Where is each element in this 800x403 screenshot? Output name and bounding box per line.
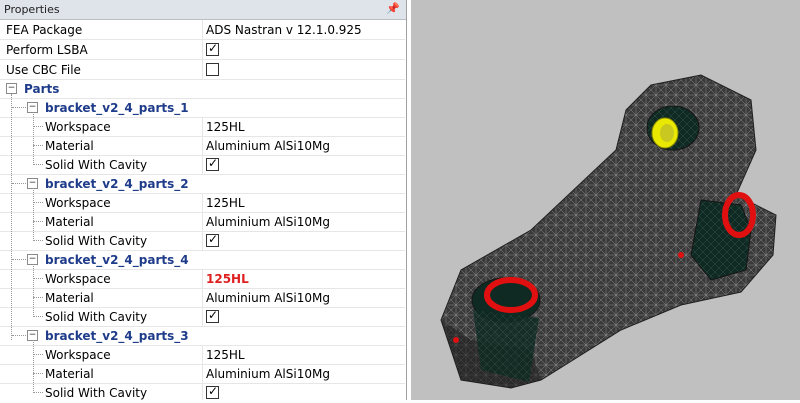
panel-title: Properties (4, 3, 60, 16)
workspace-value[interactable]: 125HL (206, 120, 245, 134)
workspace-value[interactable]: 125HL (206, 348, 245, 362)
workspace-value[interactable]: 125HL (206, 272, 249, 286)
part-workspace-row[interactable]: Workspace 125HL (0, 269, 405, 289)
prop-label: Workspace (45, 272, 111, 286)
material-value[interactable]: Aluminium AlSi10Mg (206, 139, 330, 153)
prop-label: Workspace (45, 120, 111, 134)
prop-label: Workspace (45, 196, 111, 210)
prop-label: Workspace (45, 348, 111, 362)
material-value[interactable]: Aluminium AlSi10Mg (206, 291, 330, 305)
part-group-1[interactable]: − bracket_v2_4_parts_1 (0, 98, 405, 118)
part-material-row[interactable]: Material Aluminium AlSi10Mg (0, 288, 405, 308)
prop-label: Solid With Cavity (45, 234, 148, 248)
tree-line (12, 107, 26, 108)
part-name: bracket_v2_4_parts_4 (45, 253, 189, 267)
part-name: bracket_v2_4_parts_1 (45, 101, 189, 115)
part-group-3[interactable]: − bracket_v2_4_parts_4 (0, 250, 405, 270)
material-value[interactable]: Aluminium AlSi10Mg (206, 215, 330, 229)
3d-viewport[interactable] (411, 0, 800, 400)
prop-label: Material (45, 291, 94, 305)
part-material-row[interactable]: Material Aluminium AlSi10Mg (0, 212, 405, 232)
prop-label: Solid With Cavity (45, 310, 148, 324)
part-name: bracket_v2_4_parts_2 (45, 177, 189, 191)
tree-line (12, 335, 26, 336)
solid-with-cavity-checkbox[interactable]: ✓ (206, 384, 219, 399)
mesh-model (440, 74, 777, 389)
prop-label: Use CBC File (6, 63, 81, 77)
tree-line (33, 188, 34, 241)
solid-with-cavity-checkbox[interactable]: ✓ (206, 232, 219, 247)
tree-line (33, 340, 34, 393)
part-workspace-row[interactable]: Workspace 125HL (0, 193, 405, 213)
workspace-value[interactable]: 125HL (206, 196, 245, 210)
part-group-2[interactable]: − bracket_v2_4_parts_2 (0, 174, 405, 194)
tree-line (11, 94, 12, 340)
checkmark-icon: ✓ (208, 41, 219, 55)
prop-label: Solid With Cavity (45, 158, 148, 172)
parts-group-label: Parts (24, 82, 60, 96)
part-workspace-row[interactable]: Workspace 125HL (0, 345, 405, 365)
prop-label: Material (45, 367, 94, 381)
part-solid-row[interactable]: Solid With Cavity ✓ (0, 307, 405, 327)
collapse-icon[interactable]: − (6, 83, 17, 94)
part-solid-row[interactable]: Solid With Cavity ✓ (0, 155, 405, 175)
prop-label: FEA Package (6, 23, 83, 37)
checkmark-icon: ✓ (208, 384, 219, 398)
prop-row-parts[interactable]: − Parts (0, 79, 405, 99)
fea-package-value[interactable]: ADS Nastran v 12.1.0.925 (206, 23, 362, 37)
part-group-4[interactable]: − bracket_v2_4_parts_3 (0, 326, 405, 346)
prop-row-use-cbc-file[interactable]: Use CBC File (0, 60, 405, 80)
checkmark-icon: ✓ (208, 308, 219, 322)
part-name: bracket_v2_4_parts_3 (45, 329, 189, 343)
properties-titlebar: Properties 📌 (0, 0, 406, 20)
tree-line (12, 259, 26, 260)
part-solid-row[interactable]: Solid With Cavity ✓ (0, 383, 405, 400)
tree-line (12, 183, 26, 184)
material-value[interactable]: Aluminium AlSi10Mg (206, 367, 330, 381)
part-solid-row[interactable]: Solid With Cavity ✓ (0, 231, 405, 251)
pin-icon[interactable]: 📌 (386, 2, 400, 15)
solid-with-cavity-checkbox[interactable]: ✓ (206, 308, 219, 323)
prop-label: Solid With Cavity (45, 386, 148, 400)
prop-label: Material (45, 139, 94, 153)
tree-line (33, 264, 34, 317)
prop-row-fea-package[interactable]: FEA Package ADS Nastran v 12.1.0.925 (0, 20, 405, 40)
part-material-row[interactable]: Material Aluminium AlSi10Mg (0, 364, 405, 384)
part-material-row[interactable]: Material Aluminium AlSi10Mg (0, 136, 405, 156)
perform-lsba-checkbox[interactable]: ✓ (206, 41, 219, 56)
tree-line (33, 112, 34, 165)
prop-row-perform-lsba[interactable]: Perform LSBA ✓ (0, 40, 405, 60)
checkmark-icon: ✓ (208, 232, 219, 246)
prop-label: Material (45, 215, 94, 229)
prop-label: Perform LSBA (6, 43, 88, 57)
properties-panel: Properties 📌 FEA Package ADS Nastran v 1… (0, 0, 407, 400)
checkmark-icon: ✓ (208, 156, 219, 170)
use-cbc-file-checkbox[interactable] (206, 63, 219, 76)
part-workspace-row[interactable]: Workspace 125HL (0, 117, 405, 137)
solid-with-cavity-checkbox[interactable]: ✓ (206, 156, 219, 171)
